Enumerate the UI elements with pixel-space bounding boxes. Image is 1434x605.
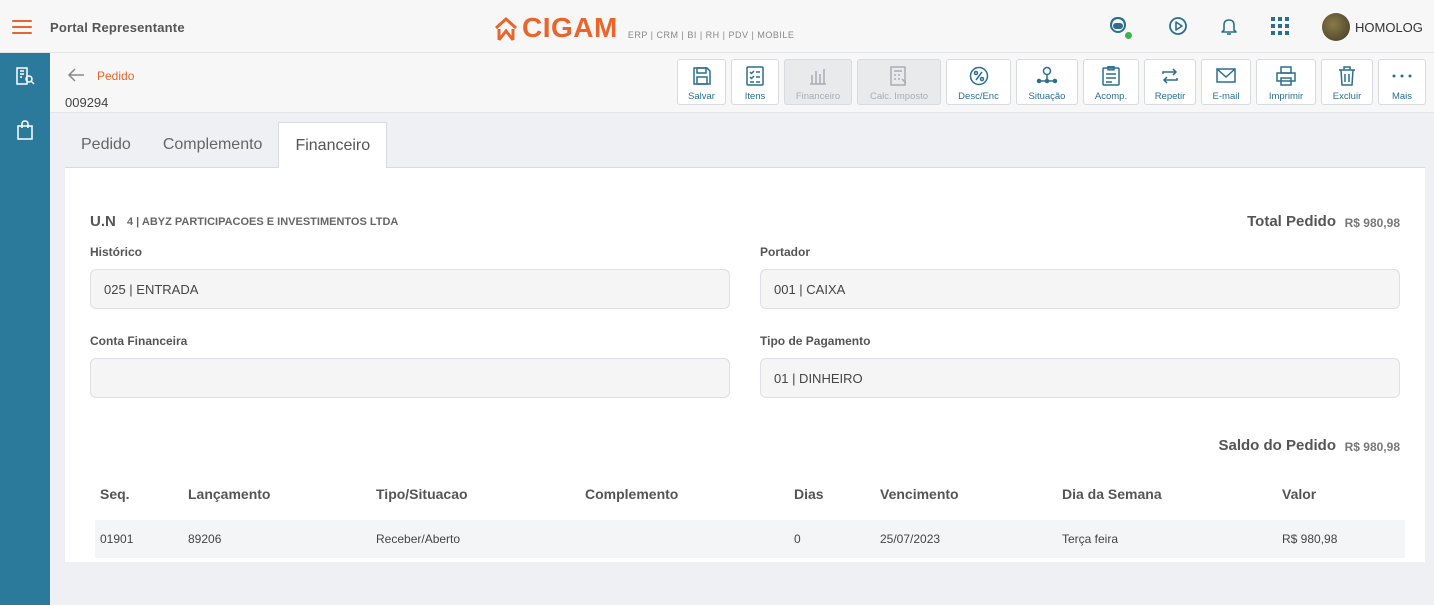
delete-button[interactable]: Excluir	[1321, 59, 1373, 105]
finance-icon	[807, 65, 829, 87]
tab-financeiro[interactable]: Financeiro	[278, 122, 388, 169]
page-header: Pedido 009294 Salvar Itens Financeiro Ca…	[50, 53, 1434, 113]
email-button[interactable]: E-mail	[1201, 59, 1251, 105]
column-header-tipo-situacao[interactable]: Tipo/Situacao	[376, 486, 468, 502]
logo-subtitle: ERP | CRM | BI | RH | PDV | MOBILE	[627, 30, 795, 40]
cell-tipo-situacao: Receber/Aberto	[376, 532, 461, 546]
cell-valor: R$ 980,98	[1282, 532, 1338, 546]
cell-dia-semana: Terça feira	[1062, 532, 1119, 546]
cell-lancamento: 89206	[188, 532, 222, 546]
breadcrumb[interactable]: Pedido	[97, 69, 134, 83]
table-row[interactable]: 01901 89206 Receber/Aberto 0 25/07/2023 …	[95, 520, 1405, 558]
mail-icon	[1215, 65, 1237, 87]
avatar[interactable]	[1322, 13, 1350, 41]
more-icon	[1391, 65, 1413, 87]
cell-dias: 0	[794, 532, 801, 546]
column-header-dias[interactable]: Dias	[794, 486, 824, 502]
status-icon	[1036, 65, 1058, 87]
order-number: 009294	[65, 95, 109, 110]
calculator-icon	[888, 65, 910, 87]
historico-label: Histórico	[90, 245, 143, 259]
top-bar: Portal Representante CIGAM ERP | CRM | B…	[0, 0, 1434, 53]
acompanhamento-button[interactable]: Acomp.	[1083, 59, 1139, 105]
financeiro-panel: U.N 4 | ABYZ PARTICIPACOES E INVESTIMENT…	[65, 168, 1425, 562]
conta-financeira-label: Conta Financeira	[90, 334, 188, 348]
shopping-bag-icon[interactable]	[14, 119, 36, 141]
support-agent-icon[interactable]	[1106, 14, 1133, 40]
column-header-seq[interactable]: Seq.	[100, 486, 130, 502]
situacao-button[interactable]: Situação	[1016, 59, 1078, 105]
tracking-icon	[1100, 65, 1122, 87]
print-icon	[1275, 65, 1297, 87]
conta-financeira-field[interactable]	[90, 358, 730, 398]
print-button[interactable]: Imprimir	[1256, 59, 1316, 105]
tipo-pagamento-label: Tipo de Pagamento	[760, 334, 871, 348]
desc-enc-button[interactable]: Desc/Enc	[946, 59, 1011, 105]
more-button[interactable]: Mais	[1378, 59, 1426, 105]
historico-field[interactable]	[90, 269, 730, 309]
cigam-logo-icon	[494, 16, 518, 41]
total-pedido-label: Total Pedido	[1247, 213, 1336, 230]
calc-imposto-button[interactable]: Calc. Imposto	[857, 59, 941, 105]
un-value: 4 | ABYZ PARTICIPACOES E INVESTIMENTOS L…	[127, 216, 399, 228]
client-search-icon[interactable]	[14, 65, 36, 87]
app-title: Portal Representante	[50, 20, 185, 35]
un-label: U.N	[90, 213, 116, 230]
back-arrow-icon[interactable]	[67, 67, 85, 83]
repeat-icon	[1159, 65, 1181, 87]
trash-icon	[1336, 65, 1358, 87]
saldo-pedido-label: Saldo do Pedido	[1218, 437, 1336, 454]
portador-field[interactable]	[760, 269, 1400, 309]
checklist-icon	[744, 65, 766, 87]
items-button[interactable]: Itens	[731, 59, 779, 105]
sidebar	[0, 53, 50, 605]
play-icon[interactable]	[1166, 14, 1190, 38]
column-header-dia-semana[interactable]: Dia da Semana	[1062, 486, 1162, 502]
tab-pedido[interactable]: Pedido	[65, 122, 147, 168]
bell-icon[interactable]	[1217, 14, 1241, 38]
saldo-pedido-value: R$ 980,98	[1344, 440, 1400, 454]
tab-bar: Pedido Complemento Financeiro	[65, 122, 388, 169]
user-name[interactable]: HOMOLOG	[1355, 20, 1423, 35]
logo-text: CIGAM	[522, 12, 618, 43]
portador-label: Portador	[760, 245, 811, 259]
save-button[interactable]: Salvar	[677, 59, 726, 105]
column-header-complemento[interactable]: Complemento	[585, 486, 678, 502]
action-toolbar: Salvar Itens Financeiro Calc. Imposto De…	[677, 59, 1426, 105]
repetir-button[interactable]: Repetir	[1144, 59, 1196, 105]
save-icon	[691, 65, 713, 87]
tab-complemento[interactable]: Complemento	[147, 122, 279, 168]
column-header-lancamento[interactable]: Lançamento	[188, 486, 270, 502]
total-pedido-value: R$ 980,98	[1344, 216, 1400, 230]
column-header-vencimento[interactable]: Vencimento	[880, 486, 959, 502]
financeiro-button[interactable]: Financeiro	[784, 59, 852, 105]
cell-seq: 01901	[100, 532, 134, 546]
online-status-dot	[1124, 31, 1133, 40]
column-header-valor[interactable]: Valor	[1282, 486, 1316, 502]
apps-grid-icon[interactable]	[1268, 14, 1292, 38]
cigam-logo: CIGAM ERP | CRM | BI | RH | PDV | MOBILE	[494, 12, 794, 42]
cell-vencimento: 25/07/2023	[880, 532, 941, 546]
tipo-pagamento-field[interactable]	[760, 358, 1400, 398]
menu-icon[interactable]	[12, 20, 32, 34]
percent-icon	[968, 65, 990, 87]
